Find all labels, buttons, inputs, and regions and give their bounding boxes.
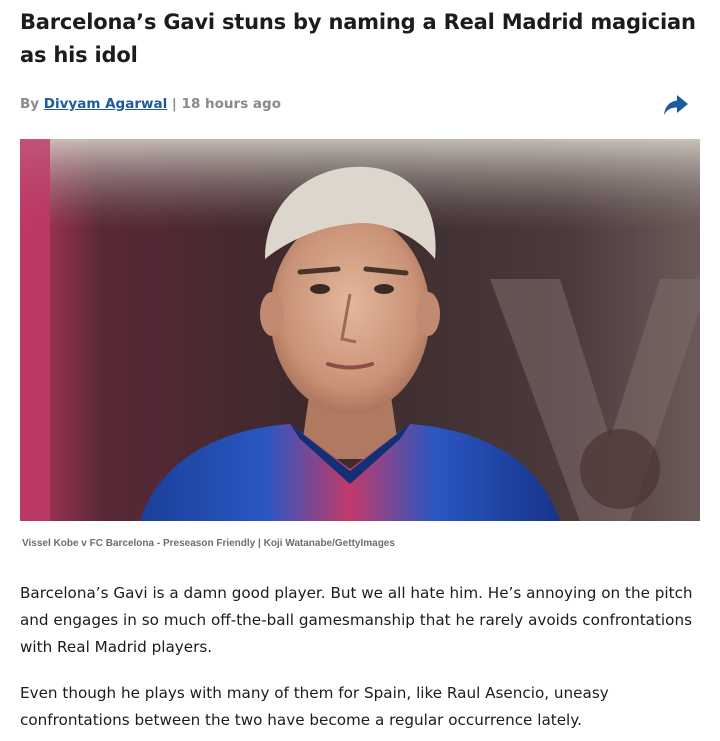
article-hero-image (20, 139, 700, 521)
player-photo (20, 139, 700, 521)
article-paragraph: Barcelona’s Gavi is a damn good player. … (20, 584, 693, 656)
byline: By Divyam Agarwal | 18 hours ago (20, 96, 281, 112)
article: Barcelona’s Gavi stuns by naming a Real … (20, 0, 700, 729)
image-caption: Vissel Kobe v FC Barcelona - Preseason F… (22, 538, 395, 549)
byline-prefix: By (20, 96, 44, 112)
byline-separator: | (167, 96, 182, 112)
byline-row: By Divyam Agarwal | 18 hours ago (20, 92, 700, 118)
share-arrow-icon (664, 95, 688, 115)
article-headline: Barcelona’s Gavi stuns by naming a Real … (20, 10, 696, 67)
author-link[interactable]: Divyam Agarwal (44, 96, 167, 112)
article-paragraph: Even though he plays with many of them f… (20, 684, 609, 729)
publish-time: 18 hours ago (181, 96, 281, 112)
share-button[interactable] (662, 92, 690, 118)
